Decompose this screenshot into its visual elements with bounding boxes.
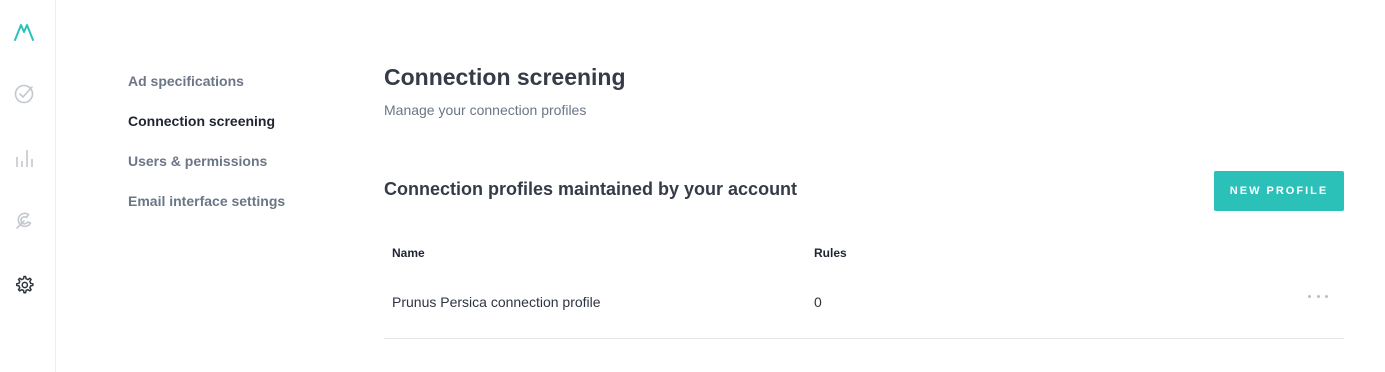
subnav-item-users-permissions[interactable]: Users & permissions: [128, 150, 348, 190]
icon-rail: [0, 0, 56, 372]
wrench-icon[interactable]: [12, 209, 36, 233]
subnav-item-connection-screening[interactable]: Connection screening: [128, 110, 348, 150]
section-title: Connection profiles maintained by your a…: [384, 179, 798, 199]
page-subtitle: Manage your connection profiles: [384, 102, 587, 118]
logo-icon[interactable]: [12, 20, 36, 44]
table-header: Name Rules: [384, 238, 1344, 272]
subnav-item-ad-specifications[interactable]: Ad specifications: [128, 70, 348, 110]
subnav-item-email-interface-settings[interactable]: Email interface settings: [128, 190, 348, 230]
new-profile-button[interactable]: NEW PROFILE: [1214, 171, 1344, 211]
check-circle-icon[interactable]: [12, 82, 36, 106]
profiles-table: Name Rules Prunus Persica connection pro…: [384, 238, 1344, 339]
page-title: Connection screening: [384, 64, 626, 90]
gear-icon[interactable]: [12, 273, 36, 297]
more-options-icon[interactable]: [1308, 288, 1328, 304]
profile-rules-cell: 0: [814, 294, 822, 310]
column-header-name[interactable]: Name: [392, 246, 425, 260]
bar-chart-icon[interactable]: [12, 146, 36, 170]
column-header-rules[interactable]: Rules: [814, 246, 847, 260]
table-row[interactable]: Prunus Persica connection profile 0: [384, 272, 1344, 339]
settings-subnav: Ad specifications Connection screening U…: [128, 70, 348, 230]
profile-name-cell[interactable]: Prunus Persica connection profile: [392, 294, 601, 310]
